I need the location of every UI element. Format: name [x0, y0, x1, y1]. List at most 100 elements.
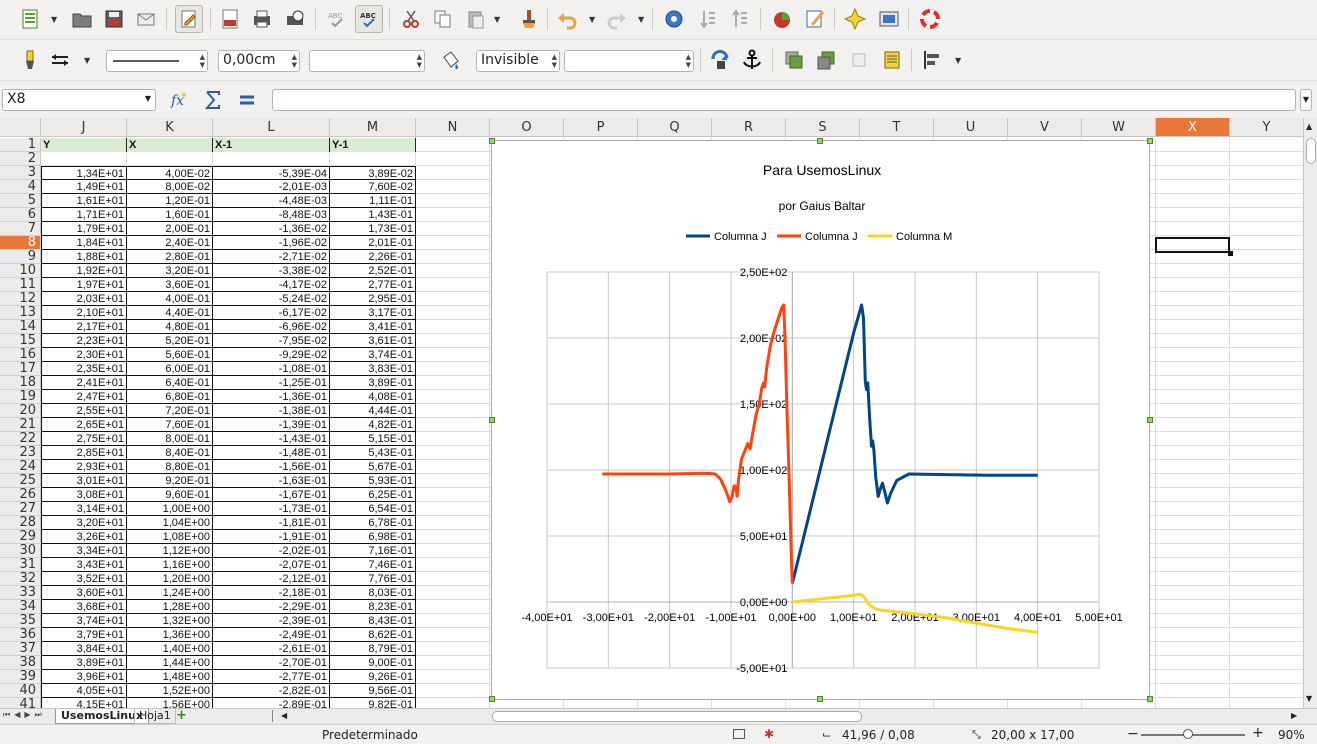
autospell-icon[interactable]: ABC	[355, 5, 383, 33]
data-cell[interactable]: 5,15E-01	[330, 432, 416, 446]
function-wizard-icon[interactable]: fx	[166, 86, 194, 114]
data-cell[interactable]: 1,84E+01	[41, 236, 127, 250]
column-header-m[interactable]: M	[330, 118, 416, 137]
data-cell[interactable]: 4,40E-01	[127, 306, 213, 320]
data-cell[interactable]: -2,61E-01	[213, 642, 330, 656]
line-width-input[interactable]: 0,00cm ▲ ▼	[218, 50, 300, 72]
row-header-16[interactable]: 16	[0, 348, 41, 362]
data-cell[interactable]: -6,17E-02	[213, 306, 330, 320]
data-cell[interactable]: 1,71E+01	[41, 208, 127, 222]
tab-splitter[interactable]	[272, 710, 280, 722]
column-header-t[interactable]: T	[860, 118, 934, 137]
data-cell[interactable]: -1,91E-01	[213, 530, 330, 544]
data-cell[interactable]: 3,84E+01	[41, 642, 127, 656]
data-cell[interactable]: -2,07E-01	[213, 558, 330, 572]
column-header-q[interactable]: Q	[638, 118, 712, 137]
bring-to-front-icon[interactable]	[780, 46, 808, 74]
cell-cursor[interactable]	[1155, 237, 1230, 253]
rotate-icon[interactable]	[706, 46, 734, 74]
sum-icon[interactable]	[199, 86, 227, 114]
data-cell[interactable]: -1,36E-02	[213, 222, 330, 236]
data-cell[interactable]: -4,17E-02	[213, 278, 330, 292]
formula-input[interactable]	[272, 89, 1296, 111]
select-all-corner[interactable]	[0, 118, 41, 137]
data-cell[interactable]: 7,46E-01	[330, 558, 416, 572]
data-cell[interactable]: -7,95E-02	[213, 334, 330, 348]
data-cell[interactable]: 1,60E-01	[127, 208, 213, 222]
data-cell[interactable]: 6,25E-01	[330, 488, 416, 502]
data-cell[interactable]: -2,49E-01	[213, 628, 330, 642]
data-cell[interactable]: -1,56E-01	[213, 460, 330, 474]
data-cell[interactable]: -4,48E-03	[213, 194, 330, 208]
data-cell[interactable]: 4,00E-02	[127, 166, 213, 180]
row-header-23[interactable]: 23	[0, 446, 41, 460]
data-cell[interactable]: -3,38E-02	[213, 264, 330, 278]
copy-icon[interactable]	[429, 5, 457, 33]
row-header-4[interactable]: 4	[0, 180, 41, 194]
data-cell[interactable]: 3,68E+01	[41, 600, 127, 614]
spin-arrows-icon[interactable]: ▲ ▼	[686, 53, 691, 69]
data-cell[interactable]: 5,60E-01	[127, 348, 213, 362]
data-cell[interactable]: -1,67E-01	[213, 488, 330, 502]
anchor-icon[interactable]	[738, 46, 766, 74]
tab-hoja1[interactable]: Hoja1	[134, 709, 176, 724]
row-header-10[interactable]: 10	[0, 264, 41, 278]
data-cell[interactable]: 3,60E+01	[41, 586, 127, 600]
column-header-y[interactable]: Y	[1230, 118, 1304, 137]
data-cell[interactable]: 9,26E-01	[330, 670, 416, 684]
chevron-down-icon[interactable]: ▼	[145, 94, 151, 103]
data-cell[interactable]: 6,54E-01	[330, 502, 416, 516]
data-cell[interactable]: -2,82E-01	[213, 684, 330, 698]
resize-handle[interactable]	[1147, 417, 1153, 423]
data-cell[interactable]: 2,41E+01	[41, 376, 127, 390]
data-cell[interactable]: 3,89E+01	[41, 656, 127, 670]
data-cell[interactable]: 8,80E-01	[127, 460, 213, 474]
data-cell[interactable]: 8,00E-01	[127, 432, 213, 446]
row-header-11[interactable]: 11	[0, 278, 41, 292]
chart-object[interactable]: Para UsemosLinux por Gaius Baltar Column…	[491, 140, 1150, 700]
data-cell[interactable]: -2,39E-01	[213, 614, 330, 628]
data-cell[interactable]: 1,00E+00	[127, 502, 213, 516]
row-header-25[interactable]: 25	[0, 474, 41, 488]
row-header-13[interactable]: 13	[0, 306, 41, 320]
zoom-slider[interactable]	[1141, 734, 1245, 736]
line-color-select[interactable]: ▲ ▼	[309, 50, 425, 72]
align-icon[interactable]	[918, 46, 946, 74]
data-cell[interactable]: 3,08E+01	[41, 488, 127, 502]
data-cell[interactable]: 2,00E-01	[127, 222, 213, 236]
tab-nav-arrows-icon[interactable]: ⏮◀▶⏭	[3, 710, 46, 720]
data-cell[interactable]: 7,60E-02	[330, 180, 416, 194]
scroll-left-icon[interactable]: ◀	[281, 711, 287, 720]
data-cell[interactable]: 8,43E-01	[330, 614, 416, 628]
data-cell[interactable]: -1,63E-01	[213, 474, 330, 488]
data-cell[interactable]: 2,30E+01	[41, 348, 127, 362]
data-cell[interactable]: 1,32E+00	[127, 614, 213, 628]
data-cell[interactable]: -8,48E-03	[213, 208, 330, 222]
data-cell[interactable]: -1,25E-01	[213, 376, 330, 390]
data-cell[interactable]: 1,12E+00	[127, 544, 213, 558]
fill-handle[interactable]	[1228, 251, 1233, 256]
data-cell[interactable]: 1,04E+00	[127, 516, 213, 530]
column-header-u[interactable]: U	[934, 118, 1008, 137]
data-cell[interactable]: 1,20E+00	[127, 572, 213, 586]
add-sheet-icon[interactable]: +	[176, 709, 187, 723]
data-cell[interactable]: 7,16E-01	[330, 544, 416, 558]
header-cell-m[interactable]: Y-1	[330, 138, 416, 152]
data-cell[interactable]: 3,52E+01	[41, 572, 127, 586]
data-cell[interactable]: 1,34E+01	[41, 166, 127, 180]
data-cell[interactable]: 3,43E+01	[41, 558, 127, 572]
paste-icon[interactable]	[462, 5, 490, 33]
data-cell[interactable]: 1,24E+00	[127, 586, 213, 600]
data-cell[interactable]: 2,03E+01	[41, 292, 127, 306]
row-header-26[interactable]: 26	[0, 488, 41, 502]
data-cell[interactable]: 3,83E-01	[330, 362, 416, 376]
zoom-slider-knob[interactable]	[1183, 729, 1193, 739]
data-cell[interactable]: 2,26E-01	[330, 250, 416, 264]
data-cell[interactable]: 2,17E+01	[41, 320, 127, 334]
data-cell[interactable]: 3,74E-01	[330, 348, 416, 362]
data-cell[interactable]: 2,01E-01	[330, 236, 416, 250]
data-cell[interactable]: -1,96E-02	[213, 236, 330, 250]
column-header-p[interactable]: P	[564, 118, 638, 137]
row-header-2[interactable]: 2	[0, 152, 41, 166]
row-header-17[interactable]: 17	[0, 362, 41, 376]
